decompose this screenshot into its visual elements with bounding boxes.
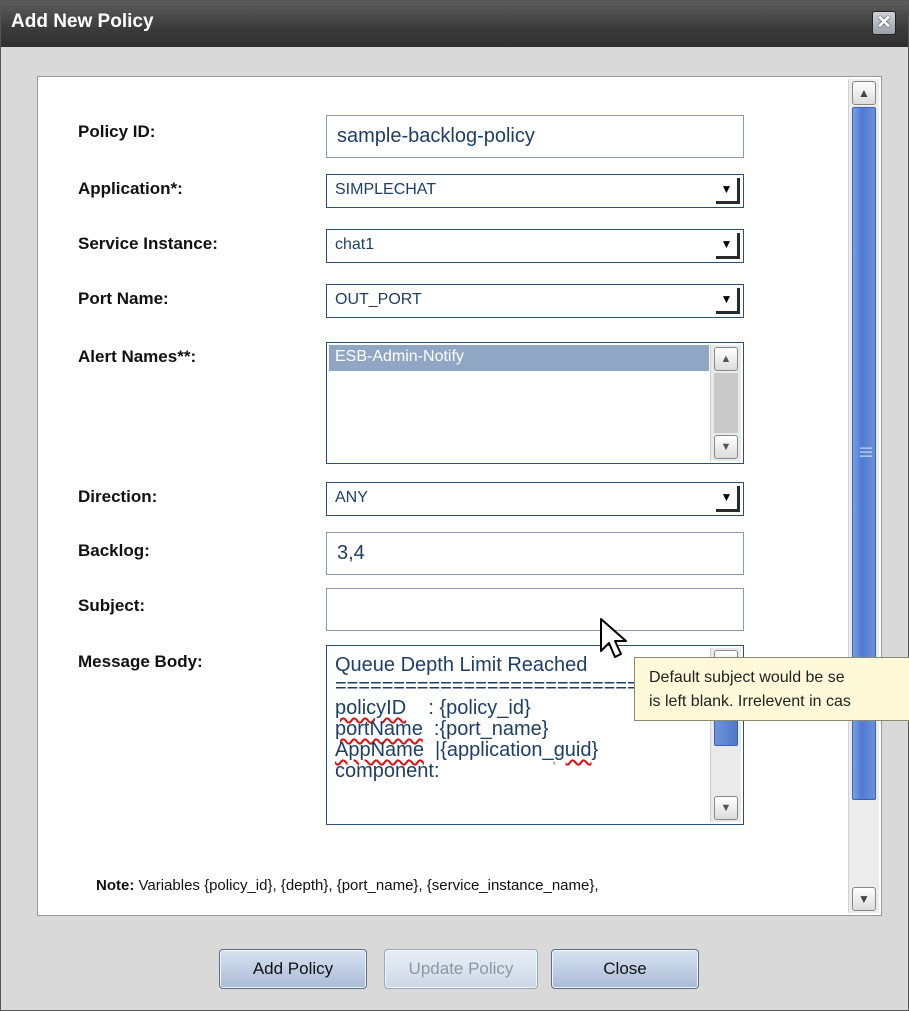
port-name-value: OUT_PORT xyxy=(335,291,422,308)
direction-value: ANY xyxy=(335,489,368,506)
dialog-title: Add New Policy xyxy=(11,11,154,32)
chevron-down-icon[interactable]: ▼ xyxy=(714,435,738,459)
add-policy-button[interactable]: Add Policy xyxy=(219,949,367,989)
alert-names-listbox[interactable]: ESB-Admin-Notify ▲ ▼ xyxy=(326,342,744,464)
backlog-label: Backlog: xyxy=(78,541,150,560)
update-policy-button[interactable]: Update Policy xyxy=(384,949,538,989)
service-instance-label: Service Instance: xyxy=(78,234,218,253)
chevron-down-icon[interactable]: ▼ xyxy=(716,486,740,512)
service-instance-value: chat1 xyxy=(335,236,375,253)
port-name-label: Port Name: xyxy=(78,289,169,308)
tooltip-line: Default subject would be se xyxy=(649,669,845,686)
close-icon[interactable]: ✕ xyxy=(872,11,896,35)
list-item[interactable]: ESB-Admin-Notify xyxy=(329,345,709,371)
chevron-down-icon[interactable]: ▼ xyxy=(716,288,740,314)
add-policy-dialog: Add New Policy ✕ Policy ID: sample-backl… xyxy=(0,0,909,1011)
chevron-down-icon[interactable]: ▼ xyxy=(716,233,740,259)
note-text: Variables {policy_id}, {depth}, {port_na… xyxy=(134,877,599,894)
chevron-down-icon[interactable]: ▼ xyxy=(714,796,738,820)
subject-tooltip: Default subject would be se is left blan… xyxy=(634,657,909,721)
scroll-track[interactable] xyxy=(714,373,738,433)
subject-input[interactable] xyxy=(326,588,744,631)
variables-note: Note: Variables {policy_id}, {depth}, {p… xyxy=(96,877,836,894)
backlog-input[interactable]: 3,4 xyxy=(326,532,744,575)
service-instance-select[interactable]: chat1 ▼ xyxy=(326,229,744,263)
port-name-select[interactable]: OUT_PORT ▼ xyxy=(326,284,744,318)
application-select[interactable]: SIMPLECHAT ▼ xyxy=(326,174,744,208)
form-scrollbar[interactable]: ▲ — — — ▼ xyxy=(848,79,879,913)
alert-names-label: Alert Names**: xyxy=(78,347,197,366)
misspelled-word: guid xyxy=(553,739,592,761)
message-body-label: Message Body: xyxy=(78,652,203,671)
form-panel: Policy ID: sample-backlog-policy Applica… xyxy=(37,76,882,916)
message-text: } xyxy=(591,739,599,761)
mouse-cursor-icon xyxy=(600,618,627,658)
direction-select[interactable]: ANY ▼ xyxy=(326,482,744,516)
application-value: SIMPLECHAT xyxy=(335,181,437,198)
policy-id-label: Policy ID: xyxy=(78,122,156,141)
message-text: |{application_ xyxy=(423,739,554,761)
note-prefix: Note: xyxy=(96,877,135,894)
chevron-down-icon[interactable]: ▼ xyxy=(852,887,876,911)
tooltip-line: is left blank. Irrelevent in cas xyxy=(649,693,851,710)
close-button[interactable]: Close xyxy=(551,949,699,989)
chevron-up-icon[interactable]: ▲ xyxy=(852,81,876,105)
dialog-titlebar[interactable]: Add New Policy ✕ xyxy=(1,1,908,47)
chevron-up-icon[interactable]: ▲ xyxy=(714,347,738,371)
grip-icon: — — — xyxy=(860,440,872,462)
policy-id-input[interactable]: sample-backlog-policy xyxy=(326,115,744,158)
subject-label: Subject: xyxy=(78,596,146,615)
application-label: Application*: xyxy=(78,179,183,198)
chevron-down-icon[interactable]: ▼ xyxy=(716,178,740,204)
direction-label: Direction: xyxy=(78,487,158,506)
alert-names-scrollbar[interactable]: ▲ ▼ xyxy=(710,345,741,461)
